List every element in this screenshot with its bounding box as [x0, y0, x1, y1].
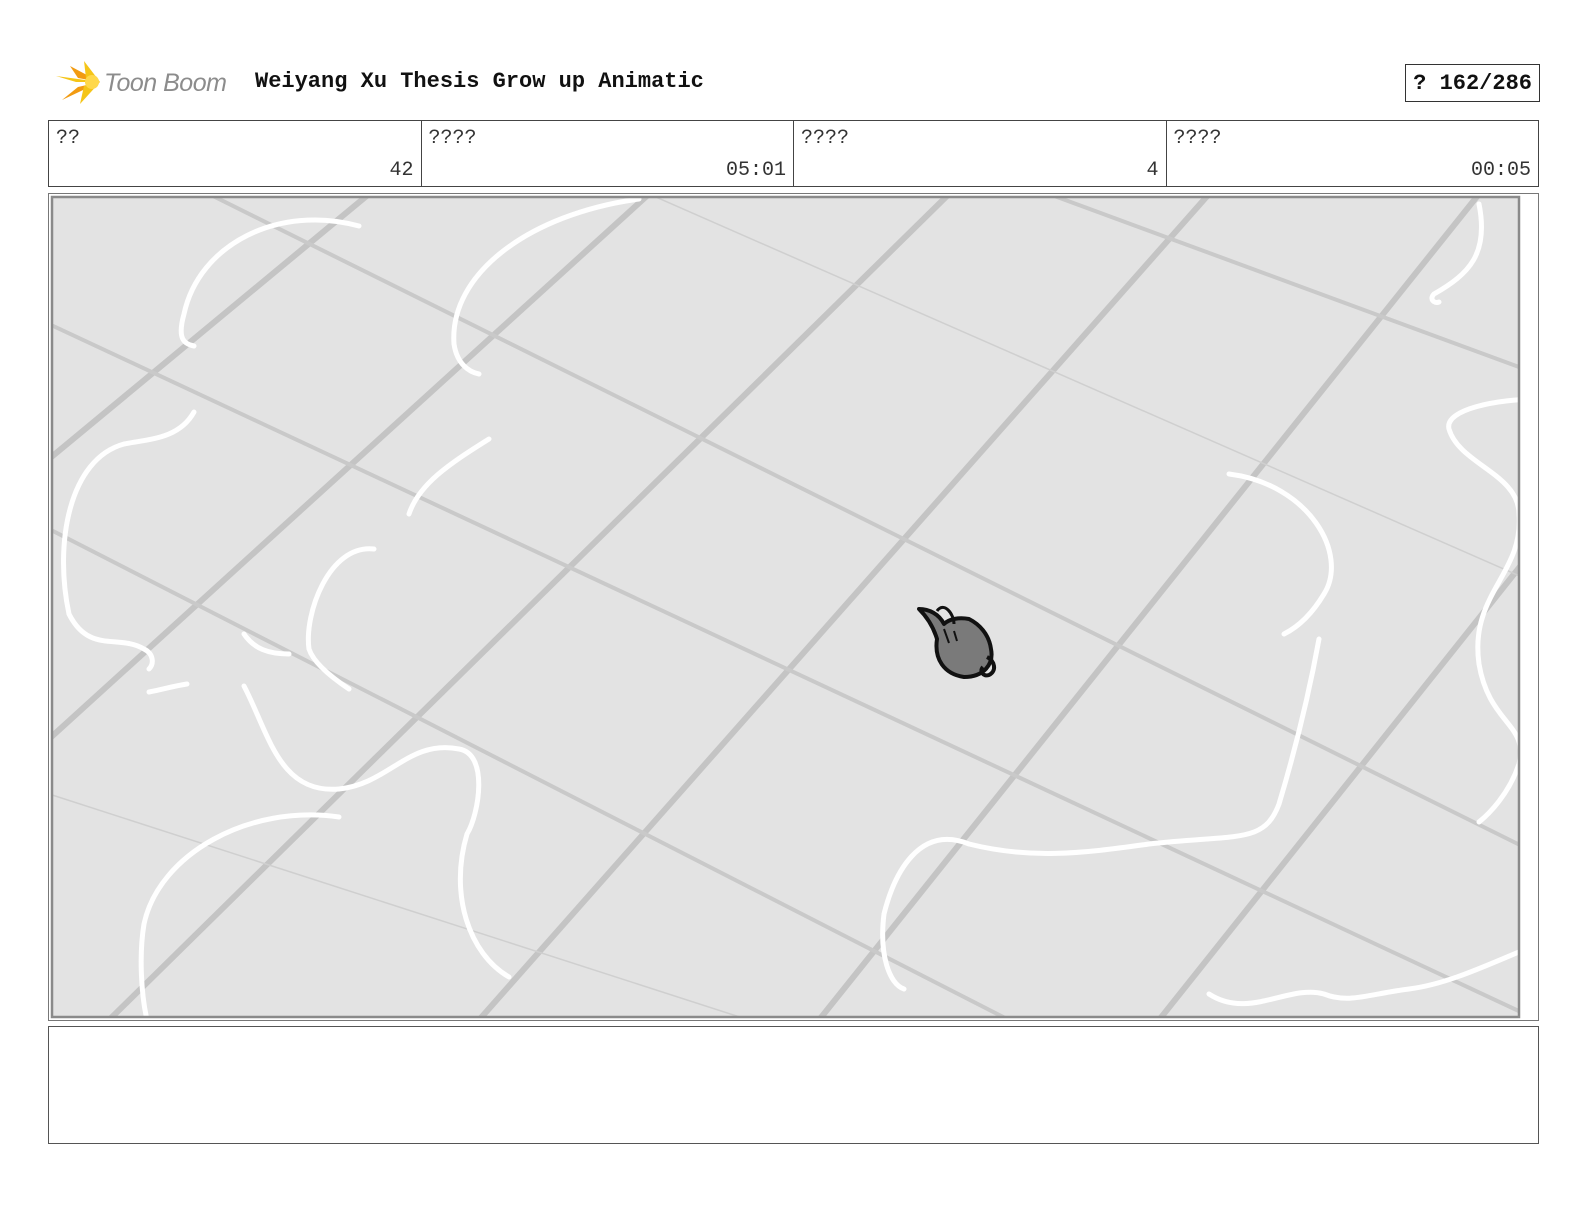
info-value: 05:01 [725, 159, 786, 182]
page-counter: ? 162/286 [1405, 64, 1540, 102]
info-value: 00:05 [1470, 159, 1531, 182]
info-label: ???? [1173, 127, 1222, 150]
info-label: ???? [428, 127, 477, 150]
project-title: Weiyang Xu Thesis Grow up Animatic [255, 69, 704, 94]
info-cell-2: ???? 05:01 [422, 121, 794, 186]
info-label: ???? [801, 127, 850, 150]
info-cell-3: ???? 4 [794, 121, 1167, 186]
storyboard-panel [48, 193, 1539, 1021]
info-label: ?? [56, 127, 81, 150]
info-value: 42 [389, 159, 414, 182]
info-value: 4 [1146, 159, 1159, 182]
info-cell-4: ???? 00:05 [1167, 121, 1539, 186]
info-cell-1: ?? 42 [49, 121, 422, 186]
page-header: Toon Boom Weiyang Xu Thesis Grow up Anim… [50, 58, 1540, 108]
burst-icon [52, 61, 100, 104]
shot-info-row: ?? 42 ???? 05:01 ???? 4 ???? 00:05 [48, 120, 1539, 187]
panel-drawing [49, 194, 1538, 1020]
toon-boom-logo: Toon Boom [50, 58, 227, 108]
caption-box [48, 1026, 1539, 1144]
logo-text: Toon Boom [104, 68, 227, 97]
